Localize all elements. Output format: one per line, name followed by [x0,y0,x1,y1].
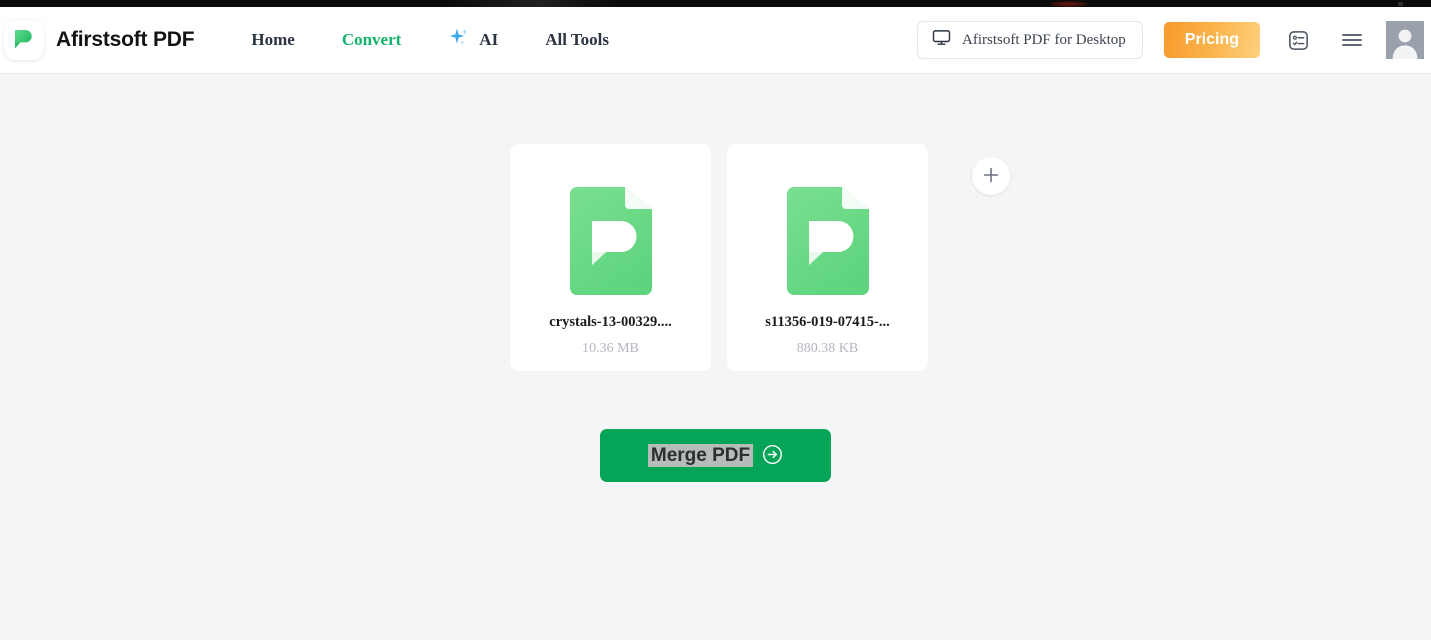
afirstsoft-pdf-logo-icon [4,20,44,60]
merge-pdf-button[interactable]: Merge PDF [600,429,831,482]
user-avatar-icon[interactable] [1386,21,1424,59]
arrow-right-circle-icon [762,444,783,468]
file-card[interactable]: crystals-13-00329.... 10.36 MB [510,144,711,371]
file-name: crystals-13-00329.... [549,314,672,330]
pricing-button[interactable]: Pricing [1163,22,1260,58]
nav-item-ai-label: AI [479,30,499,49]
site-header: Afirstsoft PDF Home Convert AI All Tools [0,7,1431,74]
plus-icon [981,165,1001,188]
pdf-file-icon [779,185,876,295]
file-size: 10.36 MB [582,341,639,356]
file-list: crystals-13-00329.... 10.36 MB s11356-01… [510,144,1010,371]
nav-item-ai[interactable]: AI [446,25,498,56]
monitor-icon [932,28,951,52]
browser-chrome-strip [0,0,1431,7]
browser-strip-sheen [440,0,620,7]
ai-sparkle-icon [446,25,472,56]
merge-pdf-button-label: Merge PDF [647,443,754,468]
desktop-app-button[interactable]: Afirstsoft PDF for Desktop [917,21,1143,59]
header-actions: Afirstsoft PDF for Desktop Pricing [917,20,1431,60]
add-file-button[interactable] [972,157,1010,195]
nav-item-home[interactable]: Home [251,30,294,50]
brand-name: Afirstsoft PDF [56,28,195,51]
main-navigation: Home Convert AI All Tools [251,25,609,56]
brand-logo-group[interactable]: Afirstsoft PDF [4,20,195,60]
file-name: s11356-019-07415-... [765,314,890,330]
task-list-icon[interactable] [1278,20,1318,60]
main-content: crystals-13-00329.... 10.36 MB s11356-01… [0,74,1431,640]
pdf-file-icon [562,185,659,295]
nav-item-convert[interactable]: Convert [342,30,401,50]
hamburger-menu-icon[interactable] [1332,20,1372,60]
desktop-app-button-label: Afirstsoft PDF for Desktop [962,31,1126,48]
file-card[interactable]: s11356-019-07415-... 880.38 KB [727,144,928,371]
merge-action-area: Merge PDF [0,429,1431,482]
nav-item-all-tools[interactable]: All Tools [545,30,609,50]
file-size: 880.38 KB [796,341,859,356]
browser-strip-dot [1398,2,1403,6]
